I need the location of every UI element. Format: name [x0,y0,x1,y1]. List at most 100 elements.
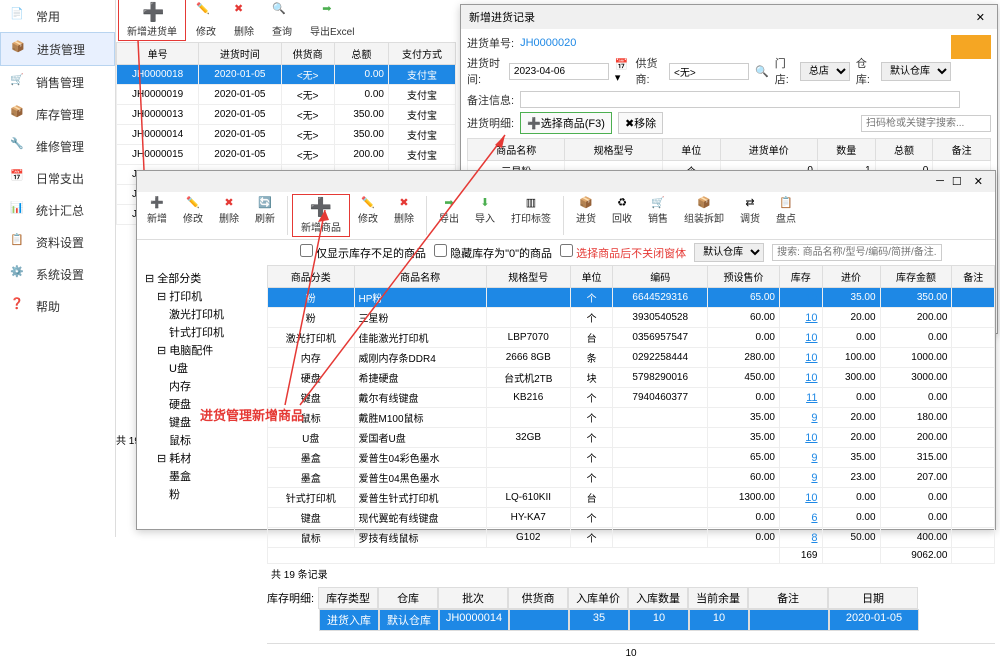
dialog2-title-bar[interactable]: ─ ☐ ✕ [137,171,995,192]
edit-button[interactable]: ✏️修改 [188,0,224,40]
tree-item[interactable]: 内存 [141,377,263,395]
calendar-icon[interactable]: 📅▾ [615,58,630,84]
warehouse-select[interactable]: 默认仓库 [694,243,764,262]
sidebar-item-expense[interactable]: 📅日常支出 [0,162,115,194]
checkbox-low-stock[interactable]: 仅显示库存不足的商品 [300,244,426,261]
move-button[interactable]: ⇄调货 [732,194,768,237]
table-row[interactable]: 硬盘希捷硬盘台式机2TB块5798290016450.0010300.00300… [268,368,995,388]
table-row[interactable]: JH00000182020-01-05<无>0.00支付宝 [117,65,456,85]
close-icon[interactable]: ✕ [972,11,989,24]
sidebar-item-stats[interactable]: 📊统计汇总 [0,194,115,226]
sidebar-item-sales[interactable]: 🛒销售管理 [0,66,115,98]
arrow-right-icon: ➡ [444,196,453,209]
document-icon: 📄 [10,7,28,25]
maximize-icon[interactable]: ☐ [952,175,962,188]
delete-button[interactable]: ✖删除 [211,194,247,237]
sidebar-item-stock[interactable]: 📦库存管理 [0,98,115,130]
stock-detail-row[interactable]: 进货入库默认仓库JH00000143510102020-01-05 [319,609,995,631]
table-row[interactable]: 内存威刚内存条DDR42666 8GB条0292258444280.001010… [268,348,995,368]
plus-icon: ➕ [142,2,162,22]
box-in-icon: 📦 [11,40,29,58]
sidebar-item-purchase[interactable]: 📦进货管理 [0,32,115,66]
product-select-dialog: ─ ☐ ✕ ➕新增 ✏️修改 ✖删除 🔄刷新 ➕新增商品 ✏️修改 ✖删除 ➡导… [136,170,996,530]
table-row[interactable]: 鼠标罗技有线鼠标G102个0.00850.00400.00 [268,528,995,548]
add-purchase-button[interactable]: ➕新增进货单 [118,0,186,41]
pencil-icon: ✏️ [196,2,216,22]
sidebar-item-data[interactable]: 📋资料设置 [0,226,115,258]
add-product-button[interactable]: ➕新增商品 [292,194,350,237]
tree-item[interactable]: 激光打印机 [141,305,263,323]
export-button[interactable]: ➡导出Excel [302,0,362,40]
tree-cat-supplies[interactable]: ⊟ 耗材 [141,449,263,467]
search-icon[interactable]: 🔍 [755,65,769,78]
dialog-title-bar[interactable]: 新增进货记录 ✕ [461,5,997,29]
x-icon: ✖ [625,117,634,130]
table-row[interactable]: 针式打印机爱普生针式打印机LQ-610KII台1300.00100.000.00 [268,488,995,508]
truck-icon [951,35,991,59]
main-toolbar: ➕新增进货单 ✏️修改 ✖删除 🔍查询 ➡导出Excel [116,0,364,40]
query-button[interactable]: 🔍查询 [264,0,300,40]
edit2-button[interactable]: ✏️修改 [350,194,386,237]
delete-button[interactable]: ✖删除 [226,0,262,40]
x-icon: ✖ [224,196,233,209]
select-product-button[interactable]: ➕ 选择商品(F3) [520,112,612,134]
tree-cat-pc[interactable]: ⊟ 电脑配件 [141,341,263,359]
del2-button[interactable]: ✖删除 [386,194,422,237]
tree-item[interactable]: 墨盒 [141,467,263,485]
checkbox-keep-open[interactable]: 选择商品后不关闭窗体 [560,244,686,261]
date-input[interactable] [509,63,609,80]
box-in-icon: 📦 [579,196,593,209]
tree-item[interactable]: U盘 [141,359,263,377]
table-row[interactable]: JH00000152020-01-05<无>200.00支付宝 [117,145,456,165]
assemble-button[interactable]: 📦组装拆卸 [676,194,732,237]
table-row[interactable]: 墨盒爱普生04彩色墨水个65.00935.00315.00 [268,448,995,468]
sidebar-item-common[interactable]: 📄常用 [0,0,115,32]
tree-item[interactable]: 针式打印机 [141,323,263,341]
table-row[interactable]: U盘爱国者U盘32GB个35.001020.00200.00 [268,428,995,448]
table-row[interactable]: 激光打印机佳能激光打印机LBP7070台03569575470.00100.00… [268,328,995,348]
recycle-button[interactable]: ♻回收 [604,194,640,237]
scan-search-input[interactable] [861,115,991,132]
sidebar-item-help[interactable]: ❓帮助 [0,290,115,322]
check-button[interactable]: 📋盘点 [768,194,804,237]
pencil-icon: ✏️ [186,196,200,209]
table-row[interactable]: JH00000192020-01-05<无>0.00支付宝 [117,85,456,105]
edit-button[interactable]: ✏️修改 [175,194,211,237]
remark-input[interactable] [520,91,960,108]
table-row[interactable]: JH00000132020-01-05<无>350.00支付宝 [117,105,456,125]
refresh-button[interactable]: 🔄刷新 [247,194,283,237]
close-icon[interactable]: ✕ [970,175,987,188]
sidebar-item-system[interactable]: ⚙️系统设置 [0,258,115,290]
shop-select[interactable]: 总店 [800,62,850,81]
sale-button[interactable]: 🛒销售 [640,194,676,237]
tree-item[interactable]: 粉 [141,485,263,503]
tree-item[interactable]: 鼠标 [141,431,263,449]
table-row[interactable]: JH00000142020-01-05<无>350.00支付宝 [117,125,456,145]
table-row[interactable]: 键盘现代翼蛇有线键盘HY-KA7个0.0060.000.00 [268,508,995,528]
table-row[interactable]: 墨盒爱普生04黑色墨水个60.00923.00207.00 [268,468,995,488]
table-row[interactable]: 粉HP粉个664452931665.001035.00350.00 [268,288,995,308]
import-button[interactable]: ⬇导入 [467,194,503,237]
table-row[interactable]: 键盘戴尔有线键盘KB216个79404603770.00110.000.00 [268,388,995,408]
table-row[interactable]: 鼠标戴胜M100鼠标个35.00920.00180.00 [268,408,995,428]
table-row[interactable]: 粉三星粉个393054052860.001020.00200.00 [268,308,995,328]
product-table[interactable]: 商品分类商品名称规格型号单位编码预设售价库存进价库存金额备注粉HP粉个66445… [267,265,995,564]
tree-root[interactable]: ⊟ 全部分类 [141,269,263,287]
print-label-button[interactable]: ▥打印标签 [503,194,559,237]
warehouse-select[interactable]: 默认仓库 [881,62,951,81]
clipboard-icon: 📋 [779,196,793,209]
purchase-button[interactable]: 📦进货 [568,194,604,237]
product-search-input[interactable] [772,244,942,261]
sidebar-item-repair[interactable]: 🔧维修管理 [0,130,115,162]
minimize-icon[interactable]: ─ [936,175,944,188]
product-count: 共 19 条记录 [267,564,995,583]
stock-detail-label: 库存明细: [267,590,314,606]
tree-cat-printer[interactable]: ⊟ 打印机 [141,287,263,305]
remove-button[interactable]: ✖ 移除 [618,112,663,134]
checkbox-hide-zero[interactable]: 隐藏库存为"0"的商品 [434,244,552,261]
add-button[interactable]: ➕新增 [139,194,175,237]
recycle-icon: ♻ [617,196,627,209]
export-button[interactable]: ➡导出 [431,194,467,237]
supplier-input[interactable] [669,63,749,80]
list-icon: 📋 [10,233,28,251]
